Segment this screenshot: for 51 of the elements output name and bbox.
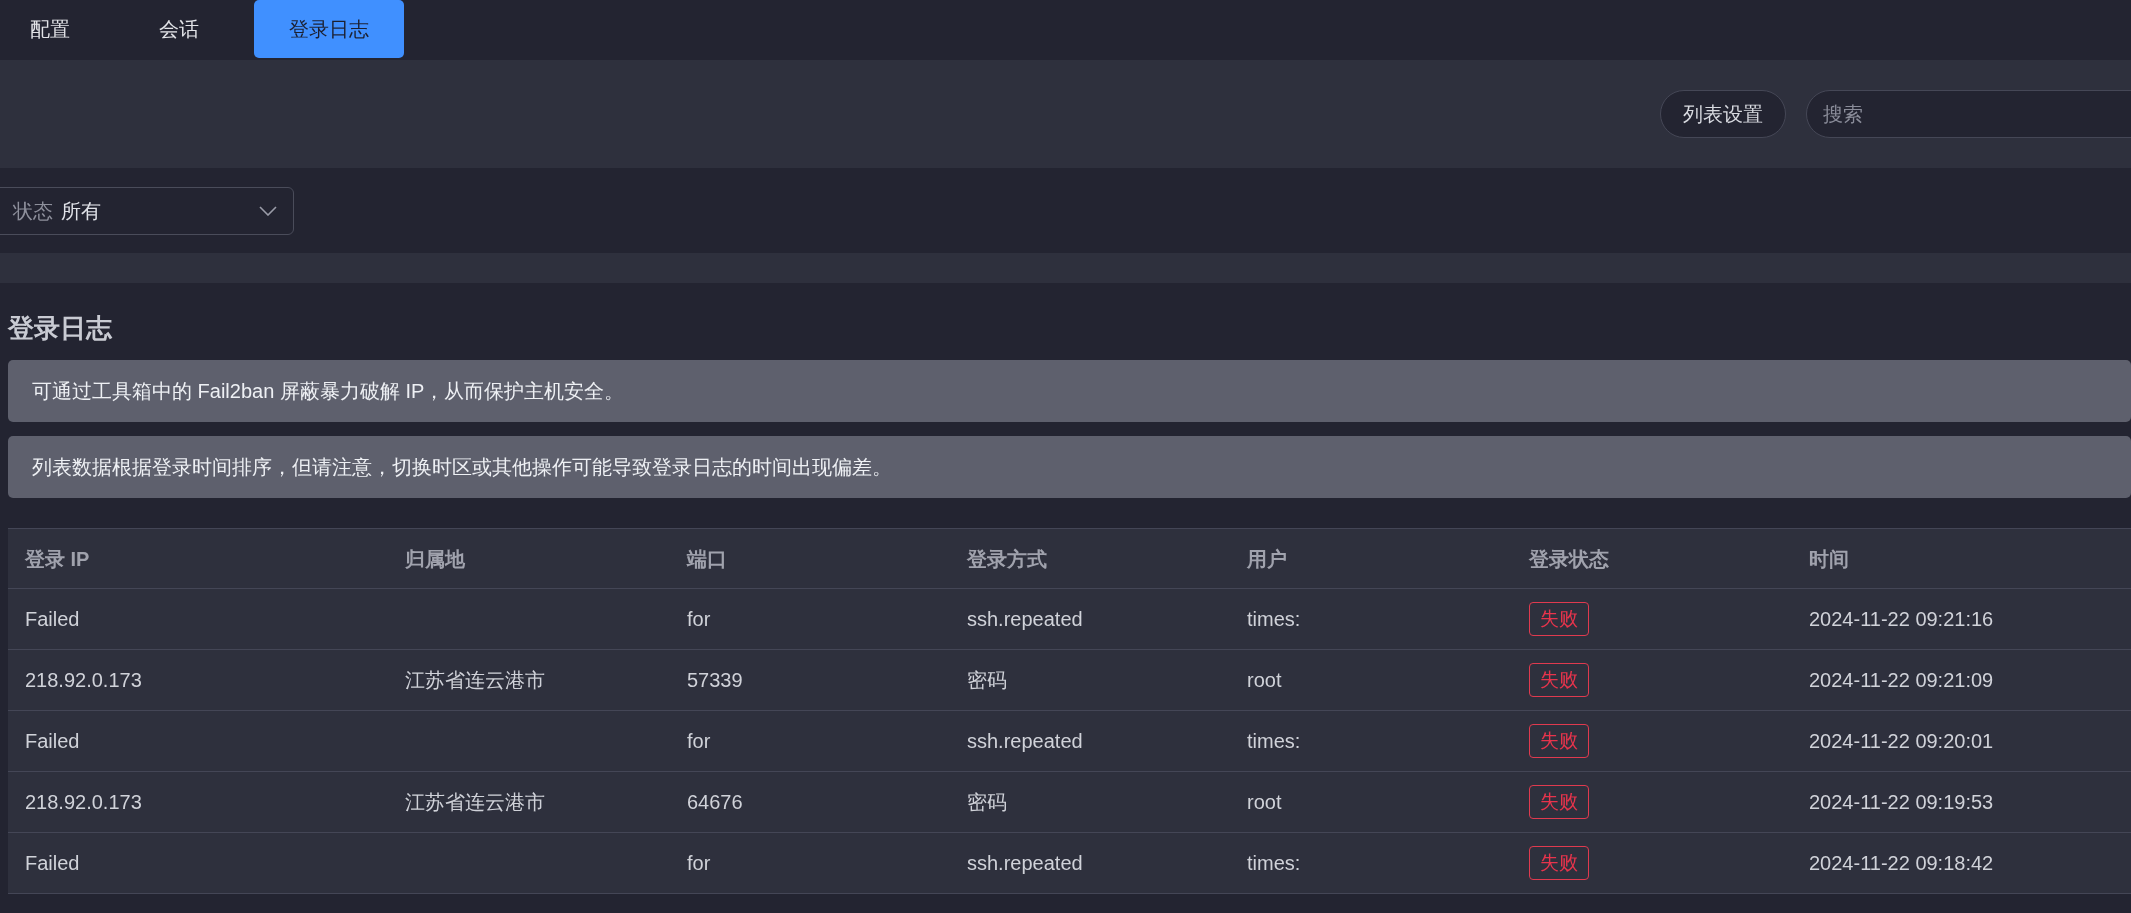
table-cell-text: 218.92.0.173 bbox=[24, 668, 143, 693]
table-cell-text: 2024-11-22 09:21:16 bbox=[1808, 607, 1995, 632]
status-tag: 失败 bbox=[1529, 662, 1589, 698]
section-title: 登录日志 bbox=[8, 312, 113, 345]
table-cell-text: ssh.repeated bbox=[966, 607, 1084, 632]
column-header: 用户 bbox=[1246, 546, 1288, 572]
table-cell-text: root bbox=[1246, 790, 1283, 815]
column-header: 归属地 bbox=[404, 546, 466, 572]
table-cell-text: ssh.repeated bbox=[966, 851, 1084, 876]
column-header: 端口 bbox=[685, 546, 728, 572]
table-cell-text: Failed bbox=[24, 729, 81, 754]
column-header: 登录 IP bbox=[24, 546, 91, 572]
status-tag: 失败 bbox=[1529, 723, 1589, 759]
chevron-down-icon bbox=[259, 205, 277, 216]
table-cell-text: 密码 bbox=[966, 668, 1008, 693]
table-cell-text: root bbox=[1246, 668, 1283, 693]
table-cell-text: 2024-11-22 09:19:53 bbox=[1808, 790, 1995, 815]
filter-value: 所有 bbox=[61, 198, 102, 224]
column-header: 登录状态 bbox=[1528, 546, 1610, 572]
table-cell-text: times: bbox=[1246, 851, 1302, 876]
status-tag: 失败 bbox=[1529, 784, 1589, 820]
table-cell-text: 2024-11-22 09:20:01 bbox=[1808, 729, 1995, 754]
table-cell-text: for bbox=[686, 729, 712, 754]
column-header: 登录方式 bbox=[966, 546, 1048, 572]
tab[interactable]: 会话 bbox=[104, 0, 254, 58]
table-cell-text: 江苏省连云港市 bbox=[404, 668, 546, 693]
table-cell-text: Failed bbox=[24, 851, 81, 876]
column-header: 时间 bbox=[1808, 546, 1850, 572]
search-field[interactable]: 搜索 bbox=[1806, 90, 2131, 138]
tab[interactable]: 配置 bbox=[0, 0, 104, 58]
status-tag: 失败 bbox=[1529, 601, 1589, 637]
table-cell-text: 218.92.0.173 bbox=[24, 790, 143, 815]
notice-banner: 列表数据根据登录时间排序，但请注意，切换时区或其他操作可能导致登录日志的时间出现偏差。 bbox=[8, 436, 2131, 498]
table-cell-text: for bbox=[686, 607, 712, 632]
table-cell-text: for bbox=[686, 851, 712, 876]
table-cell-text: 64676 bbox=[686, 790, 744, 815]
table-cell-text: 江苏省连云港市 bbox=[404, 790, 546, 815]
table-cell-text: times: bbox=[1246, 607, 1302, 632]
tab[interactable]: 登录日志 bbox=[254, 0, 404, 58]
table-cell-text: 57339 bbox=[686, 668, 744, 693]
status-tag: 失败 bbox=[1529, 845, 1589, 881]
table-cell-text: 密码 bbox=[966, 790, 1008, 815]
notice-banner: 可通过工具箱中的 Fail2ban 屏蔽暴力破解 IP，从而保护主机安全。 bbox=[8, 360, 2131, 422]
table-cell-text: ssh.repeated bbox=[966, 729, 1084, 754]
table-cell-text: 2024-11-22 09:21:09 bbox=[1808, 668, 1995, 693]
filter-label: 状态 bbox=[13, 198, 53, 224]
table-cell-text: times: bbox=[1246, 729, 1302, 754]
list-settings-button[interactable]: 列表设置 bbox=[1660, 90, 1786, 138]
table-cell-text: Failed bbox=[24, 607, 81, 632]
status-filter-select[interactable]: 状态 所有 bbox=[0, 186, 294, 235]
table-cell-text: 2024-11-22 09:18:42 bbox=[1808, 851, 1995, 876]
